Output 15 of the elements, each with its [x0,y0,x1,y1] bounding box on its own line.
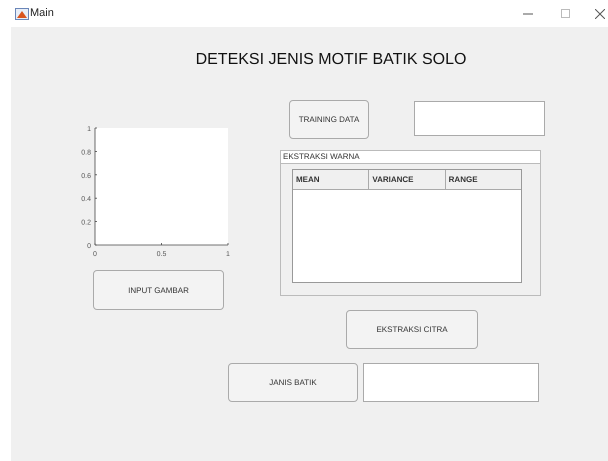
app-icon [15,8,29,20]
column-header[interactable]: MEAN [293,170,370,189]
panel-title: EKSTRAKSI WARNA [281,151,540,164]
batik-type-button[interactable]: JANIS BATIK [228,363,358,402]
app-heading: DETEKSI JENIS MOTIF BATIK SOLO [194,51,468,69]
column-header[interactable]: RANGE [446,170,521,189]
text-field[interactable] [414,101,545,136]
window-title: Main [30,7,54,19]
text-field[interactable] [363,363,539,402]
extract-button[interactable]: EKSTRAKSI CITRA [346,310,478,349]
column-header[interactable]: VARIANCE [369,170,446,189]
training-data-button[interactable]: TRAINING DATA [289,100,369,139]
close-icon[interactable] [595,9,605,19]
input-image-button[interactable]: INPUT GAMBAR [93,270,224,310]
maximize-icon[interactable] [561,9,570,18]
